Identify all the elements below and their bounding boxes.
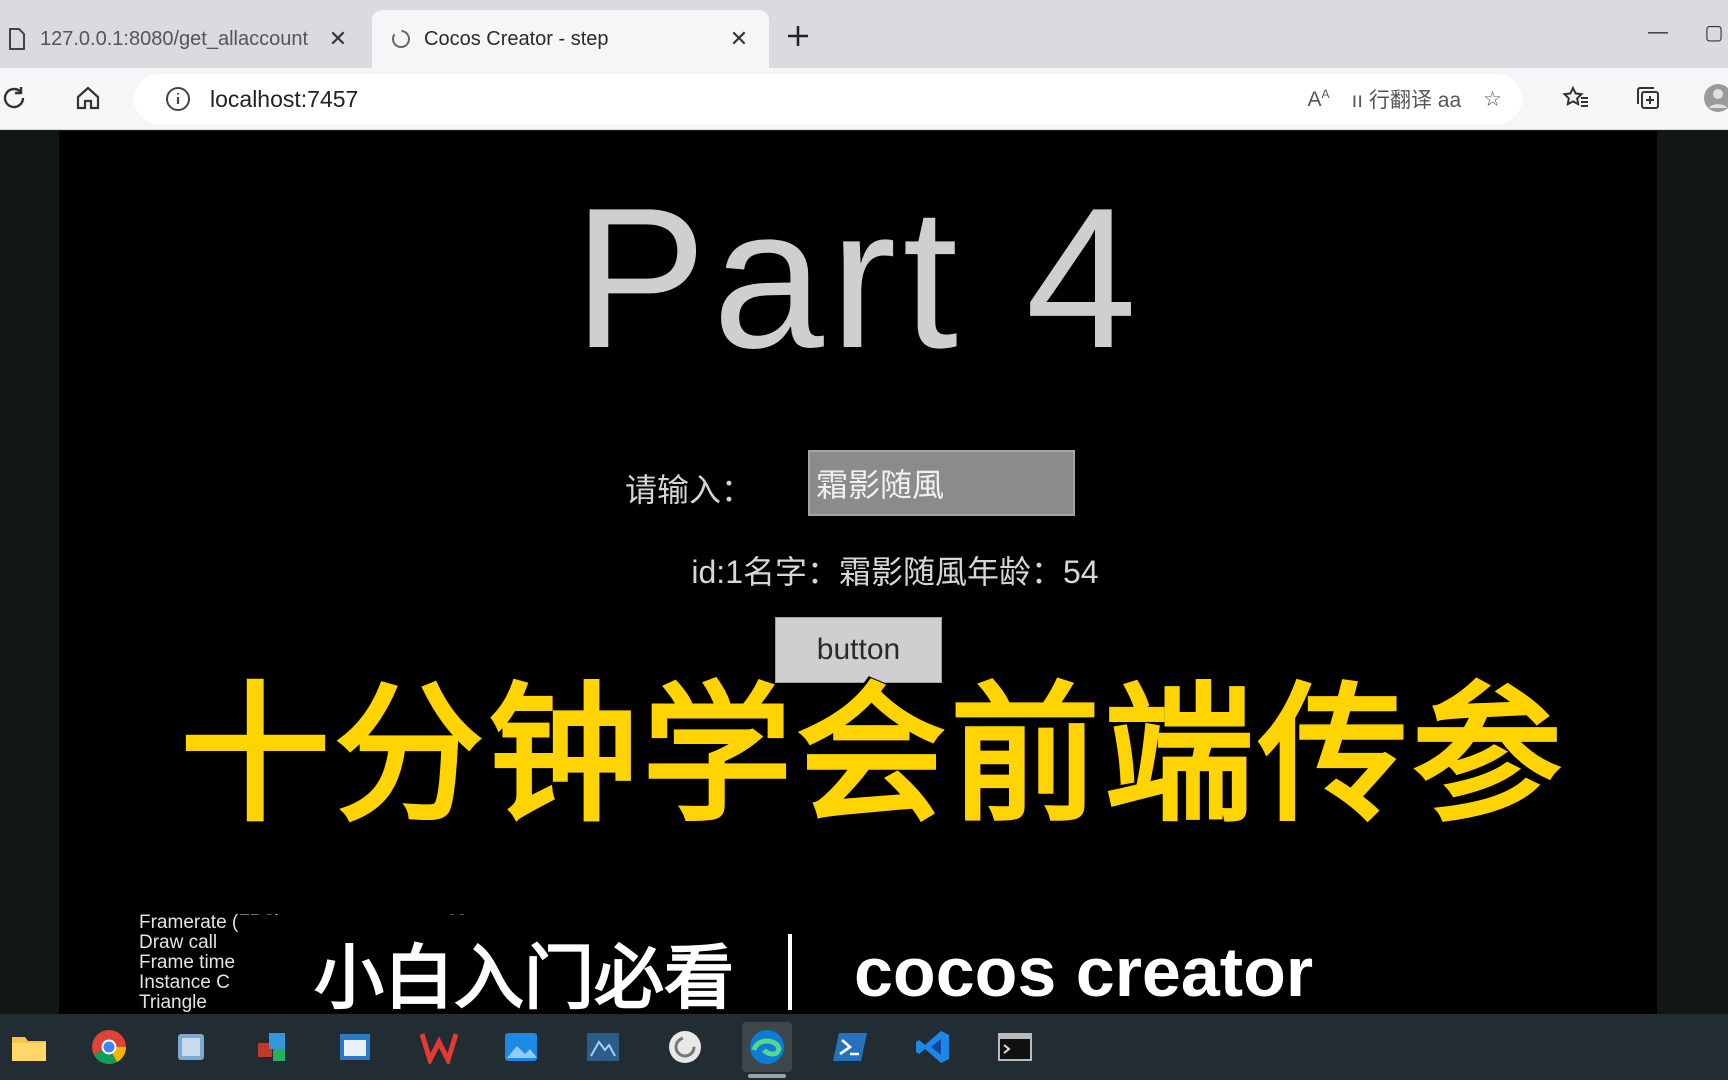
plus-icon[interactable] [780,18,816,54]
game-canvas[interactable]: Part 4 请输入： id:1名字：霜影随風年龄：54 button Fram… [59,131,1657,1014]
tab-get-allaccount[interactable]: 127.0.0.1:8080/get_allaccount ✕ [0,10,368,68]
collections-icon[interactable] [1628,78,1668,118]
video-title-overlay: 十分钟学会前端传参 [180,671,1567,839]
subtitle-separator [788,934,792,1010]
subtitle-right: cocos creator [854,933,1314,1011]
close-icon[interactable]: ✕ [721,21,757,57]
browser-toolbar: localhost:7457 AA ıı 行翻译 aa ☆ [0,68,1728,130]
subtitle-left: 小白入门必看 [314,938,734,1017]
page-viewport: Part 4 请输入： id:1名字：霜影随風年龄：54 button Fram… [0,131,1728,1014]
input-label: 请输入： [625,472,754,508]
profile-icon[interactable] [1698,78,1728,118]
app-icon[interactable] [166,1022,216,1072]
close-icon[interactable]: ✕ [320,21,356,57]
result-text: id:1名字：霜影随風年龄：54 [691,554,1099,590]
app-icon-3[interactable] [578,1022,628,1072]
cocos-icon [390,28,412,50]
minimize-icon[interactable]: — [1640,14,1676,50]
tab-title: Cocos Creator - step [424,27,609,50]
app-icon-2[interactable] [248,1022,298,1072]
active-indicator [748,1074,786,1078]
chrome-icon[interactable] [84,1022,134,1072]
cocos-icon[interactable] [660,1022,710,1072]
tab-cocos-creator[interactable]: Cocos Creator - step ✕ [372,10,769,68]
name-input[interactable] [808,450,1075,516]
tab-title: 127.0.0.1:8080/get_allaccount [40,27,308,50]
favorites-icon[interactable] [1556,78,1596,118]
vscode-icon[interactable] [908,1022,958,1072]
address-bar[interactable]: localhost:7457 AA ıı 行翻译 aa ☆ [134,74,1522,124]
page-icon [6,28,28,50]
taskbar [0,1014,1728,1080]
read-aloud-icon[interactable]: AA [1307,87,1329,112]
url-text: localhost:7457 [210,85,359,112]
info-icon[interactable] [158,79,198,119]
wps-icon[interactable] [414,1022,464,1072]
maximize-icon[interactable]: ▢ [1700,14,1728,50]
terminal-icon[interactable] [990,1022,1040,1072]
edge-icon[interactable] [742,1022,792,1078]
window-icon[interactable] [330,1022,380,1072]
translate-label[interactable]: ıı 行翻译 aa [1351,84,1461,114]
video-subtitle-overlay: 小白入门必看 cocos creator [238,915,1338,1029]
powershell-icon[interactable] [826,1022,876,1072]
refresh-icon[interactable] [0,78,34,118]
tab-strip: 127.0.0.1:8080/get_allaccount ✕ Cocos Cr… [0,0,1728,68]
file-explorer-icon[interactable] [4,1022,54,1072]
favorite-add-icon[interactable]: ☆ [1483,87,1502,112]
page-title: Part 4 [573,167,1143,390]
home-icon[interactable] [68,78,108,118]
photos-icon[interactable] [496,1022,546,1072]
